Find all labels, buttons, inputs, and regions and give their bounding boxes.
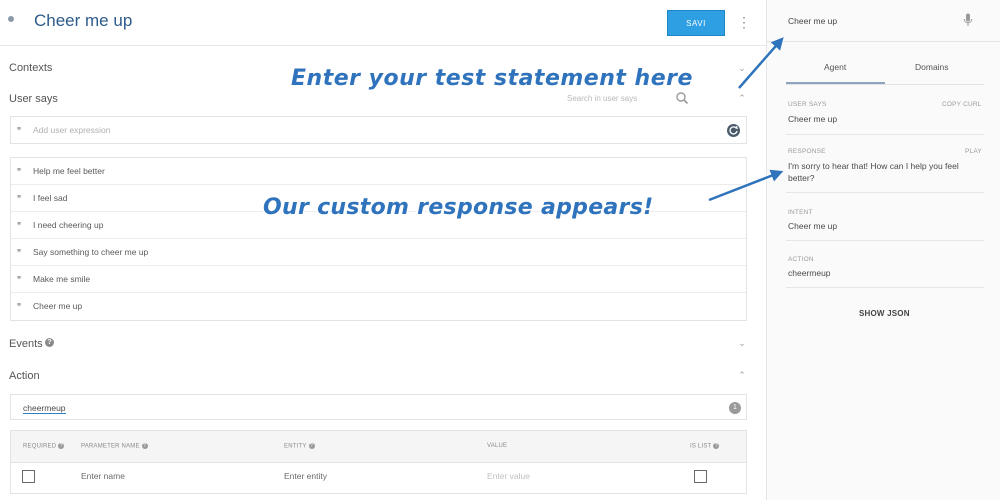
editor-header: Cheer me up SAVI ⋮ — [0, 0, 766, 46]
action-name-value[interactable]: cheermeup — [23, 403, 66, 414]
user-says-search-placeholder[interactable]: Search in user says — [567, 94, 637, 103]
refresh-icon[interactable] — [727, 124, 740, 137]
list-item[interactable]: ❞ Make me smile — [11, 266, 746, 293]
expression-text[interactable]: Help me feel better — [33, 166, 105, 176]
test-console: Cheer me up Agent Domains USER SAYS COPY… — [766, 0, 1000, 500]
tab-divider — [786, 84, 984, 85]
column-header-label: ENTITY — [284, 443, 307, 450]
search-icon[interactable] — [675, 91, 689, 105]
list-item[interactable]: ❞ Cheer me up — [11, 293, 746, 320]
is-list-checkbox[interactable] — [694, 470, 707, 483]
quote-icon: ❞ — [17, 167, 22, 176]
expression-text[interactable]: I need cheering up — [33, 220, 103, 230]
chevron-down-icon[interactable]: ⌄ — [736, 62, 748, 74]
action-section-title[interactable]: Action — [9, 370, 40, 382]
value-input[interactable]: Enter value — [487, 471, 530, 481]
chevron-down-icon[interactable]: ⌄ — [736, 337, 748, 349]
entity-input[interactable]: Enter entity — [284, 471, 327, 481]
expression-text[interactable]: Make me smile — [33, 274, 90, 284]
tab-agent[interactable]: Agent — [824, 62, 846, 72]
user-says-value: Cheer me up — [788, 114, 838, 124]
required-checkbox[interactable] — [22, 470, 35, 483]
divider — [786, 240, 984, 241]
tab-domains[interactable]: Domains — [915, 62, 949, 72]
column-header-parameter-name: PARAMETER NAME? — [81, 443, 148, 450]
action-label: ACTION — [788, 256, 814, 263]
intent-label: INTENT — [788, 209, 813, 216]
add-expression-input[interactable] — [33, 117, 723, 143]
column-header-entity: ENTITY? — [284, 443, 315, 450]
play-link[interactable]: PLAY — [965, 148, 982, 155]
quote-icon: ❞ — [17, 194, 22, 203]
intent-value[interactable]: Cheer me up — [788, 220, 837, 232]
console-query-field[interactable]: Cheer me up — [767, 0, 1000, 42]
dot-icon — [8, 16, 14, 22]
response-label: RESPONSE — [788, 148, 826, 155]
parameters-table-header: REQUIRED? PARAMETER NAME? ENTITY? VALUE … — [11, 431, 746, 463]
intent-title[interactable]: Cheer me up — [34, 11, 132, 31]
help-icon[interactable]: ? — [308, 443, 315, 449]
help-icon[interactable]: ? — [713, 443, 720, 449]
list-item[interactable]: ❞ Say something to cheer me up — [11, 239, 746, 266]
column-header-required: REQUIRED? — [23, 443, 65, 450]
column-header-is-list: IS LIST? — [690, 443, 720, 450]
response-line-2: better? — [788, 173, 815, 183]
quote-icon: ❞ — [17, 275, 22, 284]
column-header-label: PARAMETER NAME — [81, 443, 140, 450]
column-header-label: REQUIRED — [23, 443, 57, 450]
chevron-up-icon[interactable]: ⌃ — [736, 369, 748, 381]
user-says-section-title[interactable]: User says — [9, 93, 58, 105]
annotation-custom-response: Our custom response appears! — [263, 195, 654, 220]
column-header-label: IS LIST — [690, 443, 712, 450]
expression-text[interactable]: Say something to cheer me up — [33, 247, 148, 257]
quote-icon: ❞ — [17, 221, 22, 230]
quote-icon: ❞ — [17, 126, 22, 135]
show-json-button[interactable]: SHOW JSON — [859, 309, 910, 318]
console-query-text[interactable]: Cheer me up — [788, 16, 837, 26]
kebab-icon[interactable]: ⋮ — [737, 13, 751, 31]
user-says-label: USER SAYS — [788, 101, 827, 108]
help-icon[interactable]: ? — [58, 443, 65, 449]
save-button[interactable]: SAVI — [667, 10, 725, 36]
help-icon[interactable]: ? — [141, 443, 148, 449]
action-count-badge: 1 — [729, 402, 741, 414]
add-expression-field[interactable]: ❞ — [10, 116, 747, 144]
quote-icon: ❞ — [17, 248, 22, 257]
events-section-title[interactable]: Events — [9, 338, 43, 350]
column-header-value: VALUE — [487, 443, 508, 449]
divider — [786, 287, 984, 288]
user-expressions-list: ❞ Help me feel better ❞ I feel sad ❞ I n… — [10, 157, 747, 321]
parameter-name-input[interactable]: Enter name — [81, 471, 125, 481]
list-item[interactable]: ❞ Help me feel better — [11, 158, 746, 185]
annotation-test-statement: Enter your test statement here — [291, 66, 693, 91]
response-line-1: I'm sorry to hear that! How can I help y… — [788, 161, 959, 171]
action-value: cheermeup — [788, 268, 831, 278]
divider — [786, 192, 984, 193]
chevron-up-icon[interactable]: ⌃ — [736, 92, 748, 104]
mic-icon[interactable] — [963, 13, 973, 27]
active-tab-indicator — [786, 82, 885, 84]
help-icon[interactable]: ? — [45, 338, 54, 347]
copy-curl-link[interactable]: COPY CURL — [942, 101, 982, 108]
divider — [786, 134, 984, 135]
contexts-section-title[interactable]: Contexts — [9, 62, 52, 74]
expression-text[interactable]: Cheer me up — [33, 301, 82, 311]
parameters-table: REQUIRED? PARAMETER NAME? ENTITY? VALUE … — [10, 430, 747, 494]
quote-icon: ❞ — [17, 302, 22, 311]
expression-text[interactable]: I feel sad — [33, 193, 68, 203]
action-name-field[interactable]: cheermeup 1 — [10, 394, 747, 420]
